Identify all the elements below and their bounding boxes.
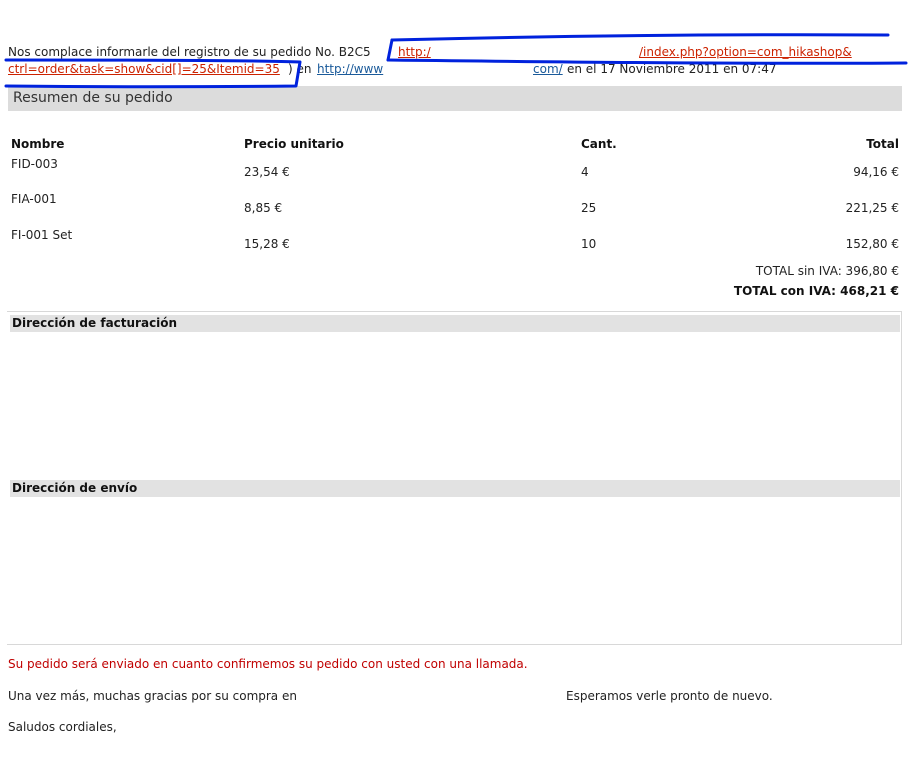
regards-text: Saludos cordiales, <box>8 720 117 734</box>
order-link-path[interactable]: /index.php?option=com_hikashop& <box>639 45 852 59</box>
row-name: FI-001 Set <box>11 228 73 242</box>
col-header-unit-price: Precio unitario <box>244 137 344 151</box>
order-date-text: en el 17 Noviembre 2011 en 07:47 <box>567 62 777 76</box>
col-header-qty: Cant. <box>581 137 617 151</box>
row-qty: 4 <box>581 165 589 179</box>
row-name: FIA-001 <box>11 192 57 206</box>
intro-text: Nos complace informarle del registro de … <box>8 45 371 59</box>
shipping-address-title: Dirección de envío <box>12 481 138 495</box>
total-with-vat: TOTAL con IVA: 468,21 € <box>733 284 899 298</box>
intro-en-text: ) en <box>288 62 312 76</box>
billing-address-header: Dirección de facturación <box>10 315 900 332</box>
hope-text: Esperamos verle pronto de nuevo. <box>566 689 773 703</box>
row-unit-price: 23,54 € <box>244 165 290 179</box>
order-link-start[interactable]: http:/ <box>398 45 431 59</box>
order-link-continued[interactable]: ctrl=order&task=show&cid[]=25&Itemid=35 <box>8 62 280 76</box>
row-qty: 25 <box>581 201 597 215</box>
site-link-start[interactable]: http://www <box>317 62 383 76</box>
col-header-name: Nombre <box>11 137 65 151</box>
row-total: 152,80 € <box>845 237 899 251</box>
row-qty: 10 <box>581 237 597 251</box>
row-total: 94,16 € <box>853 165 899 179</box>
row-total: 221,25 € <box>845 201 899 215</box>
row-unit-price: 8,85 € <box>244 201 283 215</box>
summary-header-bar: Resumen de su pedido <box>8 86 902 111</box>
site-link-end[interactable]: com/ <box>533 62 563 76</box>
summary-title: Resumen de su pedido <box>13 90 173 106</box>
address-box <box>7 311 902 645</box>
col-header-total: Total <box>866 137 899 151</box>
thanks-text: Una vez más, muchas gracias por su compr… <box>8 689 297 703</box>
billing-address-title: Dirección de facturación <box>12 316 178 330</box>
row-name: FID-003 <box>11 157 58 171</box>
row-unit-price: 15,28 € <box>244 237 290 251</box>
shipping-address-header: Dirección de envío <box>10 480 900 497</box>
total-without-vat: TOTAL sin IVA: 396,80 € <box>755 264 899 278</box>
intro-line-1: Nos complace informarle del registro de … <box>8 45 371 59</box>
confirmation-note: Su pedido será enviado en cuanto confirm… <box>8 657 528 671</box>
